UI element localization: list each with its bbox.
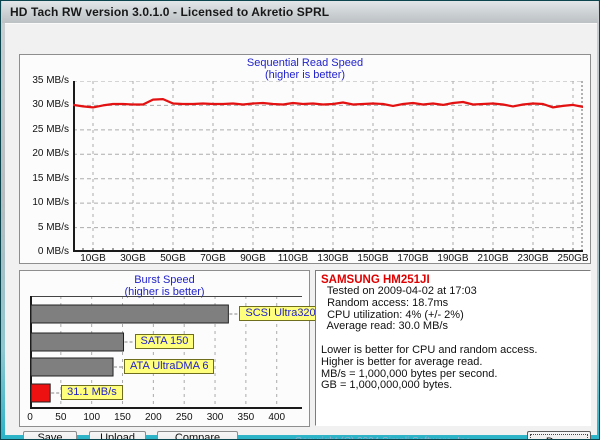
burst-x-tick-label: 250 xyxy=(170,412,198,423)
done-button[interactable]: Done xyxy=(527,431,591,440)
sequential-y-tick-label: 35 MB/s xyxy=(21,75,69,87)
sequential-x-tick-label: 70GB xyxy=(193,253,233,264)
sequential-x-tick-label: 250GB xyxy=(553,253,593,264)
burst-x-tick-label: 0 xyxy=(16,412,44,423)
sequential-x-tick-label: 210GB xyxy=(473,253,513,264)
sequential-chart-title-line1: Sequential Read Speed xyxy=(19,57,591,69)
sequential-x-tick-label: 170GB xyxy=(393,253,433,264)
copyright-text: Copyright (C) 2004 Simpli Software, Inc.… xyxy=(243,436,525,440)
info-line: GB = 1,000,000,000 bytes. xyxy=(321,380,586,392)
burst-bar-label: ATA UltraDMA 6 xyxy=(124,359,214,374)
sequential-x-tick-label: 10GB xyxy=(73,253,113,264)
sequential-chart-title: Sequential Read Speed (higher is better) xyxy=(19,57,591,81)
sequential-y-tick-label: 15 MB/s xyxy=(21,173,69,185)
compare-another-drive-button[interactable]: Compare Another Drive xyxy=(157,431,238,440)
sequential-y-tick-label: 25 MB/s xyxy=(21,124,69,136)
app-window: HD Tach RW version 3.0.1.0 - Licensed to… xyxy=(0,0,600,440)
sequential-x-tick-label: 50GB xyxy=(153,253,193,264)
sequential-x-tick-label: 230GB xyxy=(513,253,553,264)
info-line: Lower is better for CPU and random acces… xyxy=(321,345,586,357)
upload-results-label: Upload Results xyxy=(90,432,145,440)
save-results-button[interactable]: Save Results xyxy=(23,431,77,440)
burst-chart-title: Burst Speed (higher is better) xyxy=(19,274,310,298)
title-bar[interactable]: HD Tach RW version 3.0.1.0 - Licensed to… xyxy=(2,1,598,23)
burst-x-tick-label: 300 xyxy=(201,412,229,423)
burst-x-tick-label: 150 xyxy=(109,412,137,423)
sequential-read-chart xyxy=(73,81,583,252)
sequential-x-tick-label: 90GB xyxy=(233,253,273,264)
info-lines: Tested on 2009-04-02 at 17:03 Random acc… xyxy=(321,286,586,392)
sequential-y-tick-label: 5 MB/s xyxy=(21,222,69,234)
compare-another-drive-label: Compare Another Drive xyxy=(158,432,237,440)
burst-x-tick-label: 400 xyxy=(263,412,291,423)
info-line: Random access: 18.7ms xyxy=(321,298,586,310)
upload-results-button[interactable]: Upload Results xyxy=(89,431,146,440)
info-line: Higher is better for average read. xyxy=(321,357,586,369)
save-results-label: Save Results xyxy=(24,432,76,440)
sequential-x-tick-label: 150GB xyxy=(353,253,393,264)
sequential-x-tick-label: 190GB xyxy=(433,253,473,264)
client-area: Sequential Read Speed (higher is better)… xyxy=(5,23,597,435)
sequential-x-tick-label: 30GB xyxy=(113,253,153,264)
burst-x-tick-label: 100 xyxy=(78,412,106,423)
sequential-y-tick-label: 30 MB/s xyxy=(21,99,69,111)
info-line: Average read: 30.0 MB/s xyxy=(321,321,586,333)
sequential-chart-title-line2: (higher is better) xyxy=(19,69,591,81)
burst-bar-label: SCSI Ultra320 xyxy=(239,306,321,321)
burst-bar-label: SATA 150 xyxy=(135,334,195,349)
sequential-x-tick-label: 130GB xyxy=(313,253,353,264)
sequential-y-tick-label: 20 MB/s xyxy=(21,148,69,160)
burst-x-tick-label: 350 xyxy=(232,412,260,423)
sequential-x-tick-label: 110GB xyxy=(273,253,313,264)
sequential-y-tick-label: 10 MB/s xyxy=(21,197,69,209)
results-info-panel: SAMSUNG HM251JI Tested on 2009-04-02 at … xyxy=(315,270,591,426)
burst-x-tick-label: 50 xyxy=(47,412,75,423)
sequential-y-tick-label: 0 MB/s xyxy=(21,246,69,258)
done-label: Done xyxy=(528,436,590,440)
burst-chart-title-line1: Burst Speed xyxy=(19,274,310,286)
window-title: HD Tach RW version 3.0.1.0 - Licensed to… xyxy=(10,5,329,19)
burst-x-tick-label: 200 xyxy=(139,412,167,423)
burst-bar-label: 31.1 MB/s xyxy=(61,385,123,400)
